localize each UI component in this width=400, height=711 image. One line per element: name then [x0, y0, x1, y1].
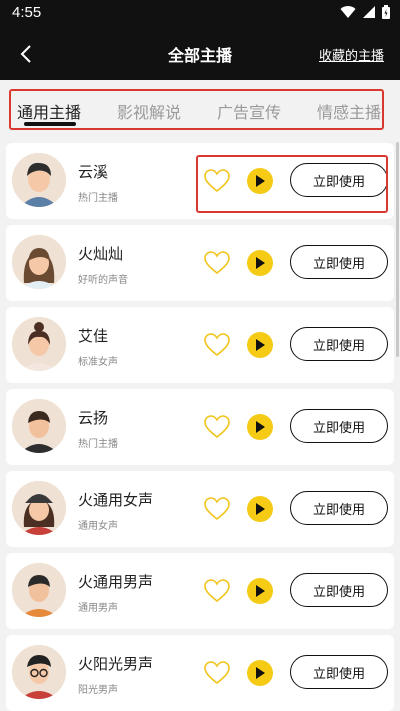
- play-icon: [256, 585, 265, 597]
- use-now-button[interactable]: 立即使用: [290, 163, 388, 197]
- use-now-button[interactable]: 立即使用: [290, 655, 388, 689]
- heart-icon[interactable]: [204, 497, 230, 521]
- use-now-button[interactable]: 立即使用: [290, 327, 388, 361]
- avatar: [12, 399, 66, 453]
- play-button[interactable]: [247, 660, 273, 686]
- avatar: [12, 317, 66, 371]
- heart-icon[interactable]: [204, 333, 230, 357]
- anchor-name: 火灿灿: [78, 245, 124, 263]
- use-now-button[interactable]: 立即使用: [290, 573, 388, 607]
- anchor-card[interactable]: 艾佳 标准女声 立即使用: [6, 307, 394, 383]
- anchor-desc: 通用男声: [78, 603, 118, 614]
- play-icon: [256, 339, 265, 351]
- status-time: 4:55: [12, 4, 42, 21]
- avatar: [12, 563, 66, 617]
- play-icon: [256, 175, 265, 187]
- scrollbar[interactable]: [396, 142, 399, 357]
- play-button[interactable]: [247, 414, 273, 440]
- status-bar: 4:55: [0, 0, 400, 28]
- play-button[interactable]: [247, 168, 273, 194]
- anchor-desc: 热门主播: [78, 439, 118, 450]
- play-icon: [256, 257, 265, 269]
- avatar: [12, 235, 66, 289]
- anchor-card[interactable]: 火阳光男声 阳光男声 立即使用: [6, 635, 394, 711]
- anchor-desc: 标准女声: [78, 357, 118, 368]
- play-icon: [256, 421, 265, 433]
- favorites-link[interactable]: 收藏的主播: [319, 45, 384, 64]
- avatar: [12, 481, 66, 535]
- use-now-button[interactable]: 立即使用: [290, 491, 388, 525]
- status-icons: [340, 5, 390, 19]
- play-button[interactable]: [247, 332, 273, 358]
- anchor-card[interactable]: 火灿灿 好听的声音 立即使用: [6, 225, 394, 301]
- heart-icon[interactable]: [204, 169, 230, 193]
- heart-icon[interactable]: [204, 415, 230, 439]
- anchor-name: 火通用男声: [78, 573, 154, 591]
- anchor-desc: 阳光男声: [78, 685, 118, 696]
- anchor-name: 云扬: [78, 409, 109, 427]
- play-button[interactable]: [247, 578, 273, 604]
- tabs-highlight-box: [9, 89, 384, 130]
- wifi-icon: [340, 6, 356, 19]
- heart-icon[interactable]: [204, 251, 230, 275]
- play-button[interactable]: [247, 496, 273, 522]
- anchor-desc: 通用女声: [78, 521, 118, 532]
- use-now-button[interactable]: 立即使用: [290, 245, 388, 279]
- avatar: [12, 153, 66, 207]
- anchor-name: 艾佳: [78, 327, 109, 345]
- anchor-name: 火通用女声: [78, 491, 154, 509]
- play-button[interactable]: [247, 250, 273, 276]
- avatar: [12, 645, 66, 699]
- heart-icon[interactable]: [204, 579, 230, 603]
- anchor-name: 火阳光男声: [78, 655, 154, 673]
- play-icon: [256, 667, 265, 679]
- anchor-name: 云溪: [78, 163, 109, 181]
- anchor-card[interactable]: 云溪 热门主播 立即使用: [6, 143, 394, 219]
- anchor-card[interactable]: 火通用男声 通用男声 立即使用: [6, 553, 394, 629]
- battery-icon: [382, 5, 390, 19]
- anchor-card[interactable]: 云扬 热门主播 立即使用: [6, 389, 394, 465]
- play-icon: [256, 503, 265, 515]
- anchor-desc: 热门主播: [78, 193, 118, 204]
- anchor-desc: 好听的声音: [78, 275, 128, 286]
- signal-icon: [363, 6, 375, 18]
- use-now-button[interactable]: 立即使用: [290, 409, 388, 443]
- anchor-card[interactable]: 火通用女声 通用女声 立即使用: [6, 471, 394, 547]
- app-header: 全部主播 收藏的主播: [0, 28, 400, 80]
- heart-icon[interactable]: [204, 661, 230, 685]
